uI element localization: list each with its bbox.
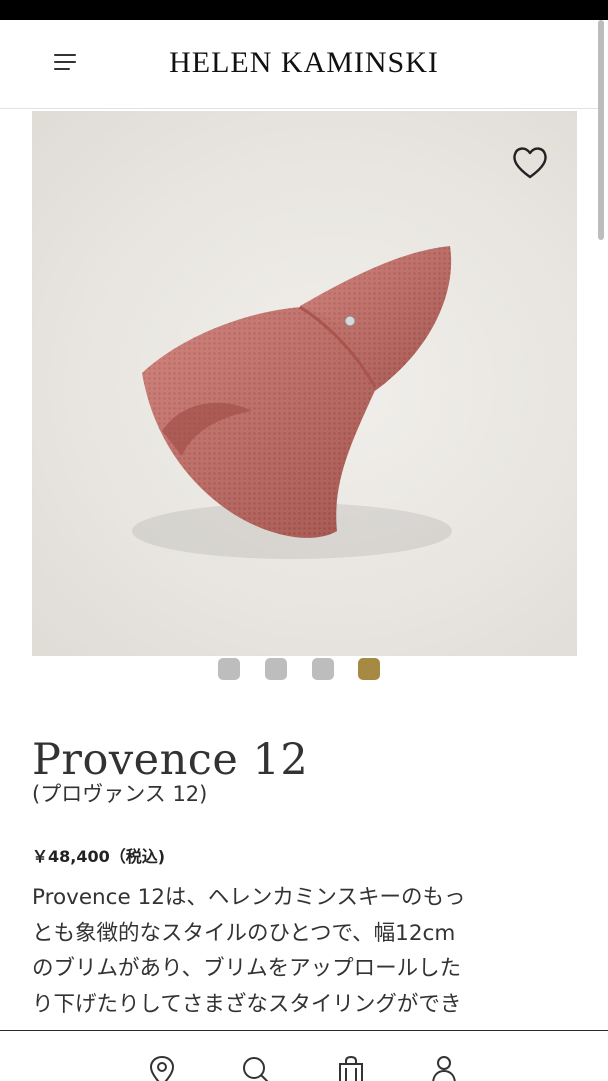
- product-image[interactable]: [32, 111, 577, 656]
- carousel-dot-1[interactable]: [218, 658, 240, 680]
- site-header: HELEN KAMINSKI: [0, 20, 600, 109]
- status-bar: [0, 0, 608, 20]
- product-price: ￥48,400（税込): [32, 847, 166, 866]
- shopping-bag-icon[interactable]: [336, 1055, 366, 1081]
- hat-illustration: [132, 246, 452, 559]
- description-line: のブリムがあり、ブリムをアップロールした: [32, 956, 462, 981]
- account-icon[interactable]: [429, 1055, 459, 1081]
- page-scrollbar[interactable]: [598, 20, 604, 240]
- carousel-dot-3[interactable]: [312, 658, 334, 680]
- location-pin-icon[interactable]: [147, 1055, 177, 1081]
- brand-logo[interactable]: HELEN KAMINSKI: [140, 46, 468, 80]
- description-line: とも象徴的なスタイルのひとつで、幅12cm: [32, 920, 456, 946]
- bottom-navigation: [0, 1030, 608, 1081]
- carousel-dot-4[interactable]: [358, 658, 380, 680]
- description-line: り下げたりしてさまざなスタイリングができ: [32, 991, 462, 1017]
- product-subtitle: (プロヴァンス 12): [32, 782, 208, 806]
- carousel-dot-2[interactable]: [265, 658, 287, 680]
- wishlist-heart-icon[interactable]: [510, 144, 550, 182]
- description-line: Provence 12は、ヘレンカミンスキーのもっ: [32, 885, 466, 910]
- product-description: Provence 12は、ヘレンカミンスキーのもっ とも象徴的なスタイルのひとつ…: [32, 880, 572, 1030]
- hamburger-menu-icon[interactable]: [48, 50, 82, 76]
- search-icon[interactable]: [241, 1055, 271, 1081]
